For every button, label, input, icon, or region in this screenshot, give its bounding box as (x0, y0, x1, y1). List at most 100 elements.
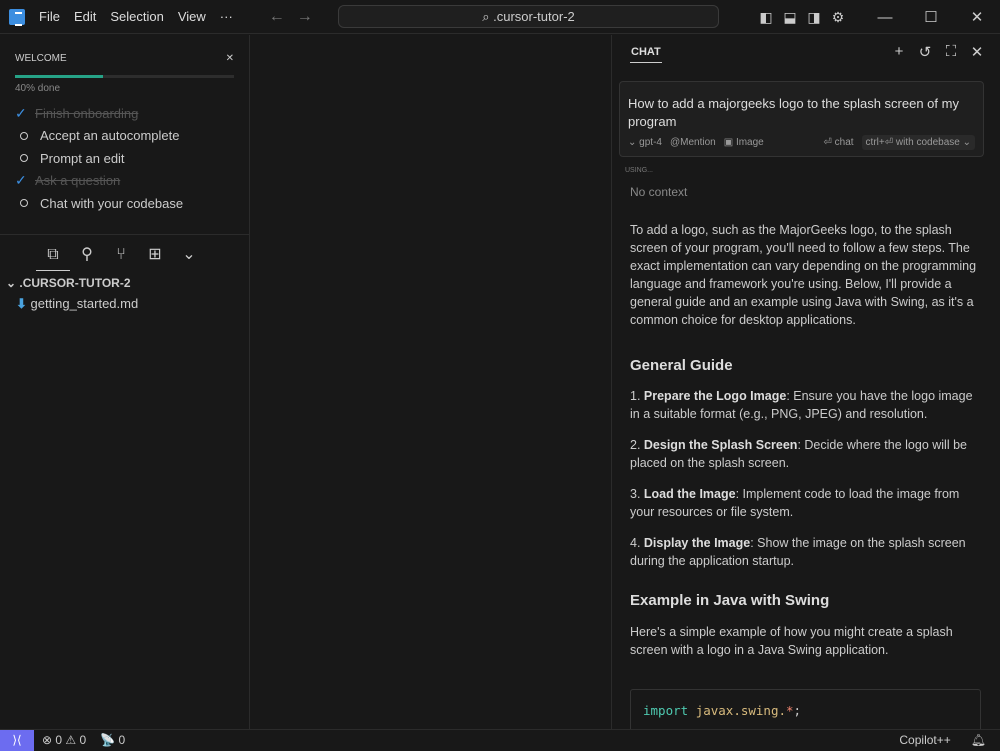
response-example-text: Here's a simple example of how you might… (630, 625, 953, 657)
explorer-tab-icon[interactable]: ⧉ (36, 241, 70, 271)
source-control-icon[interactable]: ⑂ (104, 241, 138, 271)
errors-count: 0 (55, 733, 63, 747)
menu-file[interactable]: File (39, 9, 60, 24)
tab-chat[interactable]: CHAT (630, 42, 662, 63)
check-icon: ✓ (15, 172, 27, 189)
command-center-search[interactable]: ⌕ .cursor-tutor-2 (338, 5, 719, 28)
bell-icon[interactable]: 🔔︎ (971, 733, 986, 747)
check-icon: ✓ (15, 104, 27, 121)
menu-view[interactable]: View (178, 9, 206, 24)
plus-icon[interactable]: + (886, 43, 912, 61)
ports-status[interactable]: 📡 0 (100, 733, 125, 747)
file-item[interactable]: ⬇ getting_started.md (16, 296, 138, 318)
sidebar: WELCOME ✕ 40% done ✓ Finish onboarding Acce… (0, 35, 250, 729)
shortcut-label: ctrl+⏎ (865, 137, 894, 148)
toggle-secondary-sidebar-icon[interactable]: ◨ (803, 9, 825, 26)
task-label: Chat with your codebase (40, 195, 184, 211)
maximize-button[interactable]: ☐ (908, 8, 954, 26)
codebase-submit-button[interactable]: ctrl+⏎ with codebase ⌄ (861, 135, 975, 150)
code-keyword: import (643, 703, 689, 718)
chevron-down-icon[interactable]: ⌄ (172, 241, 206, 271)
onboarding-task[interactable]: Chat with your codebase (15, 192, 234, 215)
model-selector[interactable]: ⌄ gpt-4 (628, 137, 662, 148)
step-title: Display the Image (643, 536, 751, 550)
search-icon: ⌕ (482, 9, 494, 24)
mention-button[interactable]: @Mention (670, 137, 716, 148)
step-number: 2. (630, 438, 644, 452)
guide-step: 1. Prepare the Logo Image: Ensure you ha… (630, 387, 980, 423)
history-icon[interactable]: ↺ (912, 43, 938, 61)
step-title: Load the Image (643, 487, 736, 501)
onboarding-task[interactable]: ✓ Ask a question (15, 170, 234, 193)
title-bar: File Edit Selection View ··· ← → ⌕ .curs… (0, 0, 1000, 34)
warnings-count: 0 (79, 733, 87, 747)
guide-step: 3. Load the Image: Implement code to loa… (630, 485, 980, 521)
folder-root[interactable]: ⌄ .CURSOR-TUTOR-2 (6, 276, 138, 296)
code-block: import javax.swing.*; (630, 689, 981, 729)
task-label: Accept an autocomplete (40, 128, 180, 144)
step-number: 4. (630, 536, 644, 550)
back-arrow-icon[interactable]: ← (269, 8, 285, 26)
search-tab-icon[interactable]: ⚲ (70, 241, 104, 271)
progress-label: 40% done (15, 83, 61, 94)
image-label: Image (735, 137, 764, 148)
response-intro: To add a logo, such as the MajorGeeks lo… (630, 223, 977, 327)
chat-panel: CHAT + ↺ ⛶ ✕ How to add a majorgeeks log… (611, 35, 1000, 729)
menu-more[interactable]: ··· (220, 9, 233, 24)
chat-query[interactable]: How to add a majorgeeks logo to the spla… (628, 95, 975, 131)
task-label: Finish onboarding (35, 105, 139, 121)
app-logo-icon (9, 8, 25, 26)
circle-icon (20, 131, 28, 140)
model-label: gpt-4 (639, 137, 662, 148)
circle-icon (20, 154, 28, 163)
onboarding-task[interactable]: ✓ Finish onboarding (15, 102, 234, 125)
minimize-button[interactable]: — (862, 9, 908, 26)
code-end: ; (793, 703, 802, 718)
forward-arrow-icon[interactable]: → (297, 8, 313, 26)
file-name: getting_started.md (30, 296, 139, 311)
progress-fill (15, 75, 103, 78)
codebase-label: with codebase (895, 137, 960, 148)
folder-name: .CURSOR-TUTOR-2 (19, 276, 131, 290)
errors-status[interactable]: ⊗ 0 ⚠ 0 (42, 733, 86, 747)
copilot-status[interactable]: Copilot++ (899, 733, 950, 747)
status-bar: ⟩⟨ ⊗ 0 ⚠ 0 📡 0 Copilot++ 🔔︎ (0, 729, 1000, 751)
chat-input[interactable]: How to add a majorgeeks logo to the spla… (619, 81, 984, 157)
welcome-title: WELCOME (15, 53, 67, 64)
chat-response: To add a logo, such as the MajorGeeks lo… (612, 221, 1000, 659)
menu-edit[interactable]: Edit (74, 9, 96, 24)
search-label: .cursor-tutor-2 (493, 9, 575, 24)
close-window-button[interactable]: ✕ (954, 8, 1000, 26)
image-button[interactable]: ▣ Image (724, 137, 764, 148)
markdown-file-icon: ⬇ (16, 296, 27, 311)
ports-count: 0 (118, 733, 126, 747)
onboarding-task[interactable]: Prompt an edit (15, 147, 234, 170)
progress-bar (15, 75, 234, 78)
chat-submit-button[interactable]: ⏎ chat (823, 137, 853, 148)
step-number: 1. (630, 389, 644, 403)
chevron-down-icon: ⌄ (6, 276, 20, 290)
circle-icon (20, 199, 28, 208)
close-welcome-icon[interactable]: ✕ (226, 53, 234, 64)
step-title: Design the Splash Screen (643, 438, 798, 452)
step-number: 3. (630, 487, 644, 501)
menu-selection[interactable]: Selection (110, 9, 163, 24)
maximize-icon[interactable]: ⛶ (938, 43, 964, 61)
welcome-panel: WELCOME ✕ 40% done ✓ Finish onboarding Acce… (0, 35, 249, 215)
extensions-icon[interactable]: ⊞ (138, 241, 172, 271)
code-package: javax.swing. (695, 703, 786, 718)
gear-icon[interactable]: ⚙ (827, 9, 849, 26)
code-star: * (786, 703, 794, 718)
guide-step: 2. Design the Splash Screen: Decide wher… (630, 436, 980, 472)
task-label: Ask a question (35, 173, 121, 189)
remote-icon[interactable]: ⟩⟨ (0, 729, 34, 751)
close-icon[interactable]: ✕ (964, 43, 990, 61)
heading-java-example: Example in Java with Swing (630, 592, 830, 609)
toggle-primary-sidebar-icon[interactable]: ◧ (755, 9, 777, 26)
chat-label: chat (834, 137, 854, 148)
onboarding-task[interactable]: Accept an autocomplete (15, 125, 234, 148)
toggle-panel-icon[interactable]: ⬓ (779, 9, 801, 26)
using-label: USING... (625, 167, 654, 174)
divider (0, 234, 249, 235)
step-title: Prepare the Logo Image (643, 389, 787, 403)
